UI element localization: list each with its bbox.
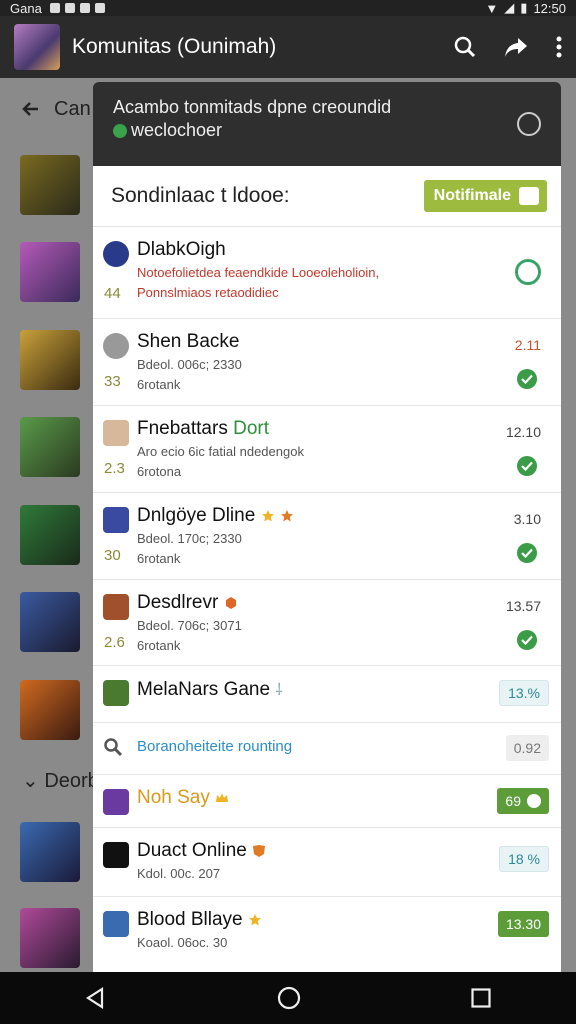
home-icon[interactable] [277, 986, 301, 1010]
background-section-title[interactable]: ⌄ Deorb [22, 768, 99, 793]
game-thumbnail[interactable] [20, 592, 80, 652]
notification-icon [49, 3, 60, 13]
wifi-icon: ▼ [485, 0, 499, 16]
game-thumbnail[interactable] [20, 155, 80, 215]
search-icon[interactable] [454, 36, 476, 58]
signal-icon: ◢ [504, 0, 515, 15]
list-item[interactable]: Fnebattars Dort Aro ecio 6ic fatial nded… [93, 406, 561, 493]
dialog-overlay: Acambo tonmitads dpne creoundid weclocho… [93, 82, 561, 972]
notification-icon [64, 3, 75, 13]
notification-icon [94, 3, 105, 13]
game-icon [103, 241, 129, 267]
dialog-header-text: Acambo tonmitads dpne creoundid [113, 97, 392, 117]
status-left-text: Gana [10, 0, 42, 16]
navigation-bar [0, 972, 576, 1024]
crown-icon [248, 913, 261, 926]
online-status-icon [113, 124, 127, 139]
game-thumbnail[interactable] [20, 680, 80, 740]
share-icon[interactable] [504, 36, 528, 58]
game-icon [103, 594, 129, 620]
star-icon [261, 509, 274, 522]
game-thumbnail[interactable] [20, 417, 80, 477]
battery-icon: ▮ [520, 0, 528, 15]
back-icon[interactable] [85, 987, 107, 1009]
community-avatar[interactable] [14, 24, 60, 70]
list-item[interactable]: Blood Bllaye Koaol. 06oc. 30 13.30 [93, 897, 561, 972]
list-item[interactable]: Desdlrevr Bdeol. 706c; 3071 6rotank 2.6 … [93, 580, 561, 666]
game-thumbnail[interactable] [20, 908, 80, 968]
more-options-icon[interactable] [556, 36, 562, 58]
status-time: 12:50 [533, 0, 566, 16]
check-icon [517, 543, 537, 563]
game-thumbnail[interactable] [20, 330, 80, 390]
game-icon [103, 911, 129, 937]
score-badge: 13.30 [497, 911, 549, 937]
game-thumbnail[interactable] [20, 242, 80, 302]
check-icon [517, 369, 537, 389]
check-icon [517, 456, 537, 476]
list-item[interactable]: Shen Backe Bdeol. 006c; 2330 6rotank 33 … [93, 319, 561, 406]
status-bar: Gana ▼ ◢ ▮ 12:50 [0, 0, 576, 16]
game-icon [103, 842, 129, 868]
message-icon [519, 187, 539, 205]
notification-icon [79, 3, 90, 13]
app-bar: Komunitas (Ounimah) [0, 16, 576, 78]
pin-icon: ⸸ [275, 682, 283, 699]
rate-badge: 18 % [499, 846, 549, 872]
badge-icon [253, 844, 266, 857]
list-item[interactable]: DlabkOigh Notoefolietdea feaendkide Looe… [93, 227, 561, 319]
back-arrow-icon[interactable] [22, 100, 40, 118]
list-item[interactable]: Dnlgöye Dline Bdeol. 170c; 2330 6rotank … [93, 493, 561, 580]
dialog-header: Acambo tonmitads dpne creoundid weclocho… [93, 82, 561, 166]
score-badge: 69 [497, 788, 549, 814]
badge-icon [225, 596, 236, 609]
game-icon [103, 680, 129, 706]
recents-icon[interactable] [471, 988, 491, 1008]
search-row[interactable]: Boranoheiteite rounting 0.92 [93, 723, 561, 775]
crown-icon [216, 792, 229, 802]
list-item[interactable]: MelaNars Gane ⸸ 13.% [93, 666, 561, 723]
game-icon [103, 507, 129, 533]
rate-badge: 13.% [499, 680, 549, 706]
panel-header: Sondinlaac t ldooe: Notifimale [93, 166, 561, 227]
sync-icon[interactable] [515, 259, 541, 285]
chevron-down-icon: ⌄ [22, 770, 39, 792]
notify-button[interactable]: Notifimale [423, 180, 547, 212]
user-avatar [103, 420, 129, 446]
panel-title: Sondinlaac t ldooe: [111, 184, 290, 207]
app-bar-title: Komunitas (Ounimah) [72, 35, 277, 58]
game-icon [103, 789, 129, 815]
info-icon [527, 794, 541, 808]
dialog-header-subtext: weclochoer [131, 120, 223, 140]
game-thumbnail[interactable] [20, 505, 80, 565]
search-icon [103, 737, 129, 763]
check-icon [517, 630, 537, 650]
count-badge: 0.92 [505, 735, 549, 761]
list-item[interactable]: Noh Say 69 [93, 775, 561, 828]
dialog-panel: Sondinlaac t ldooe: Notifimale DlabkOigh… [93, 166, 561, 972]
list-item[interactable]: Duact Online Kdol. 00c. 207 18 % [93, 828, 561, 897]
game-thumbnail[interactable] [20, 822, 80, 882]
select-radio[interactable] [517, 112, 541, 136]
game-icon [103, 333, 129, 359]
badge-icon [280, 509, 293, 522]
